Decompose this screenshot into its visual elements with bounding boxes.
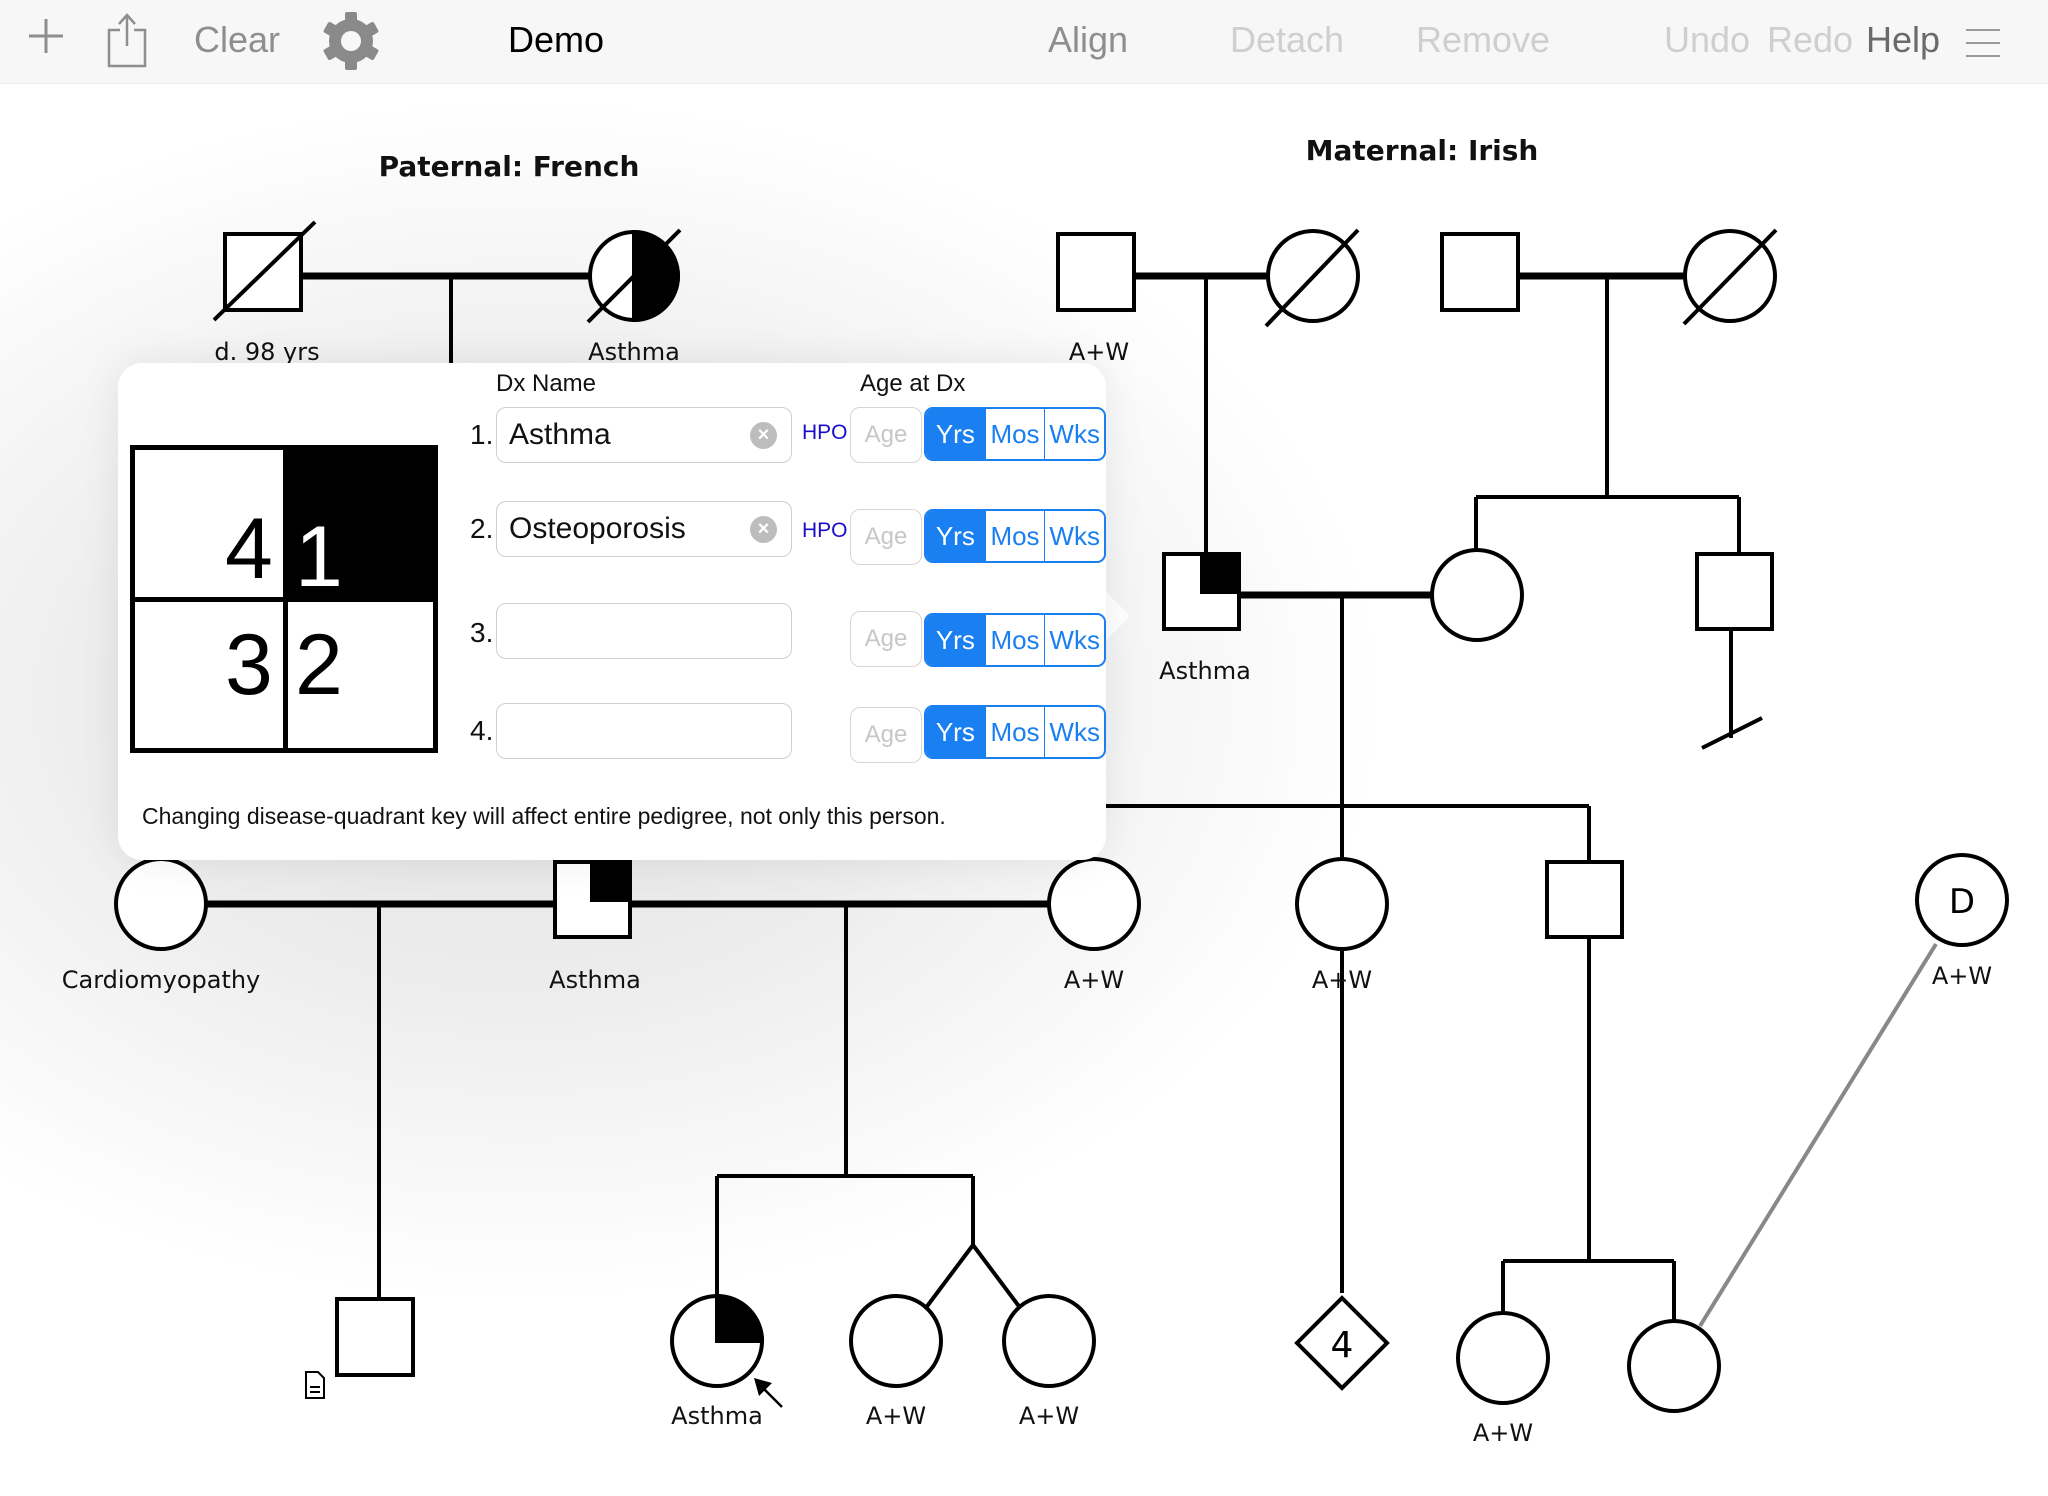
age-input[interactable]: Age <box>850 611 922 667</box>
label-paternal-grandmother: Asthma <box>588 338 680 366</box>
twin-1[interactable] <box>849 1294 943 1388</box>
label-grandchild-1: A+W <box>1472 1419 1534 1447</box>
disease-quadrant-key[interactable]: 4 1 3 2 <box>130 445 438 753</box>
quadrant-divider-h <box>135 597 435 602</box>
paternal-grandmother[interactable] <box>586 228 682 324</box>
donor-symbol: D <box>1949 882 1975 922</box>
diagnosis-popover: 4 1 3 2 Dx Name Age at Dx 1. Asthma × HP… <box>118 363 1106 860</box>
sibling-female[interactable] <box>1295 857 1389 951</box>
age-unit-segmented-control[interactable]: Yrs Mos Wks <box>924 407 1106 461</box>
label-twin-1: A+W <box>865 1402 927 1430</box>
popover-arrow <box>1104 590 1130 642</box>
unit-months[interactable]: Mos <box>984 511 1045 561</box>
quadrant-key-note: Changing disease-quadrant key will affec… <box>142 803 946 829</box>
unit-months[interactable]: Mos <box>984 615 1045 665</box>
twin-line-1 <box>923 1243 975 1311</box>
dx-name-value: Asthma <box>509 418 611 451</box>
grandchild-2[interactable] <box>1627 1319 1721 1413</box>
dx-name-input[interactable] <box>496 703 792 759</box>
son-left[interactable] <box>335 1297 415 1377</box>
label-aunt-left: Cardiomyopathy <box>61 966 261 994</box>
father[interactable] <box>1162 552 1241 631</box>
donor-line <box>1698 942 1938 1328</box>
dx-name-input[interactable]: Asthma × <box>496 407 792 463</box>
age-input[interactable]: Age <box>850 509 922 565</box>
paternal-grandfather[interactable] <box>212 220 317 322</box>
sibling-male[interactable] <box>1545 860 1624 939</box>
age-unit-segmented-control[interactable]: Yrs Mos Wks <box>924 613 1106 667</box>
label-proband-parent: Asthma <box>549 966 641 994</box>
clear-icon[interactable]: × <box>750 422 777 449</box>
clear-icon[interactable]: × <box>750 516 777 543</box>
label-child-affected: Asthma <box>671 1402 763 1430</box>
unit-weeks[interactable]: Wks <box>1044 511 1104 561</box>
maternal-grandfather[interactable] <box>1056 232 1136 312</box>
age-input[interactable]: Age <box>850 407 922 463</box>
unit-weeks[interactable]: Wks <box>1044 707 1104 757</box>
twin-line-2 <box>971 1243 1023 1311</box>
unit-years[interactable]: Yrs <box>926 707 985 757</box>
label-aunt-right: A+W <box>1063 966 1125 994</box>
label-donor: A+W <box>1931 962 1993 990</box>
row-number: 3. <box>470 617 494 648</box>
row-number: 2. <box>470 513 494 544</box>
grandchild-1[interactable] <box>1456 1311 1550 1405</box>
proband-parent[interactable] <box>553 860 632 939</box>
maternal-grandmother[interactable] <box>1264 228 1360 328</box>
unit-years[interactable]: Yrs <box>926 615 985 665</box>
paternal-title: Paternal: French <box>378 150 640 183</box>
quadrant-4[interactable]: 4 <box>225 506 273 592</box>
unit-weeks[interactable]: Wks <box>1044 409 1104 459</box>
unit-years[interactable]: Yrs <box>926 511 985 561</box>
age-input[interactable]: Age <box>850 707 922 763</box>
dx-name-input[interactable]: Osteoporosis × <box>496 501 792 557</box>
label-twin-2: A+W <box>1018 1402 1080 1430</box>
dx-name-value: Osteoporosis <box>509 512 686 545</box>
twin-2[interactable] <box>1002 1294 1096 1388</box>
unit-months[interactable]: Mos <box>984 409 1045 459</box>
multiple-count: 4 <box>1331 1325 1354 1366</box>
unit-months[interactable]: Mos <box>984 707 1045 757</box>
age-at-dx-header: Age at Dx <box>860 370 966 397</box>
age-unit-segmented-control[interactable]: Yrs Mos Wks <box>924 509 1106 563</box>
quadrant-1[interactable]: 1 <box>295 514 343 600</box>
maternal-title: Maternal: Irish <box>1305 134 1539 167</box>
hpo-link[interactable]: HPO <box>802 421 848 445</box>
age-unit-segmented-control[interactable]: Yrs Mos Wks <box>924 705 1106 759</box>
spouse-grandfather[interactable] <box>1440 232 1520 312</box>
label-maternal-grandfather: A+W <box>1068 338 1130 366</box>
spouse-grandmother[interactable] <box>1682 228 1778 326</box>
label-father: Asthma <box>1159 657 1251 685</box>
row-number: 4. <box>470 715 494 746</box>
notes-icon[interactable] <box>305 1371 325 1399</box>
hpo-link[interactable]: HPO <box>802 519 848 543</box>
label-sibling-female: A+W <box>1311 966 1373 994</box>
dx-name-input[interactable] <box>496 603 792 659</box>
unit-weeks[interactable]: Wks <box>1044 615 1104 665</box>
label-paternal-grandfather: d. 98 yrs <box>214 338 320 366</box>
dx-name-header: Dx Name <box>496 370 597 397</box>
maternal-uncle[interactable] <box>1695 552 1774 631</box>
unit-years[interactable]: Yrs <box>926 409 985 459</box>
quadrant-2[interactable]: 2 <box>295 622 343 708</box>
mother[interactable] <box>1430 548 1524 642</box>
aunt-right[interactable] <box>1047 857 1141 951</box>
row-number: 1. <box>470 419 494 450</box>
quadrant-3[interactable]: 3 <box>225 622 273 708</box>
aunt-left[interactable] <box>114 857 208 951</box>
child-affected[interactable] <box>670 1293 765 1388</box>
